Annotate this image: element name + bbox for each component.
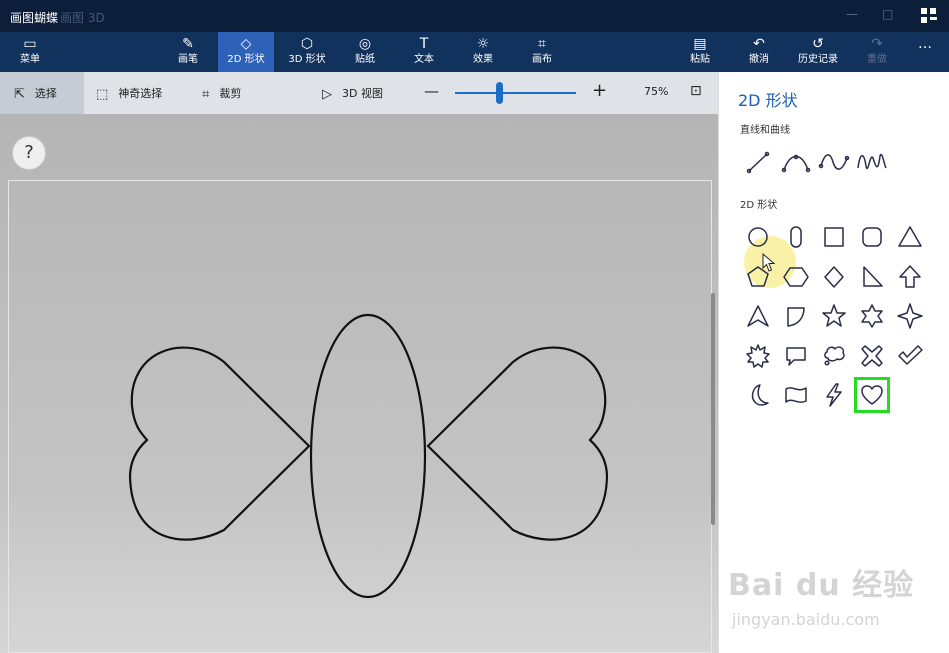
watermark-logo: Bai du 经验: [728, 568, 915, 603]
diamond-icon: [824, 265, 844, 288]
left-heart-wing[interactable]: [128, 346, 311, 541]
star5-shape-button[interactable]: [818, 300, 850, 332]
history-icon: ↺: [812, 36, 824, 52]
rounded-square-shape-button[interactable]: [856, 221, 888, 253]
snap-layout-icon[interactable]: [921, 8, 937, 24]
right-heart-wing[interactable]: [426, 346, 609, 541]
minimize-icon[interactable]: —: [846, 7, 858, 21]
square-shape-button[interactable]: [818, 221, 850, 253]
wave-curve-icon: [818, 154, 850, 170]
double-wave-curve-icon: [857, 153, 887, 170]
redo-button[interactable]: ↷ 重做: [849, 32, 905, 72]
curve-tool[interactable]: [780, 146, 812, 178]
banner-icon: [785, 387, 807, 403]
undo-icon: ↶: [753, 36, 765, 52]
speech-bubble-icon: [786, 346, 806, 366]
hexagon-shape-button[interactable]: [780, 261, 812, 293]
mouse-pointer-icon: [762, 253, 776, 272]
right-triangle-shape-button[interactable]: [856, 261, 888, 293]
line-icon: [746, 151, 770, 174]
lightning-icon: [826, 383, 842, 407]
curve-icon: [781, 154, 811, 173]
butterfly-drawing: [128, 313, 609, 599]
thought-bubble-shape-button[interactable]: [818, 340, 850, 372]
square-icon: [824, 227, 844, 247]
redo-icon: ↷: [871, 36, 883, 52]
arrowhead-shape-button[interactable]: [742, 300, 774, 332]
checkmark-shape-button[interactable]: [894, 340, 926, 372]
maximize-icon[interactable]: □: [882, 7, 893, 21]
lightning-shape-button[interactable]: [818, 379, 850, 411]
moon-shape-button[interactable]: [742, 379, 774, 411]
arrow-up-icon: [899, 264, 921, 288]
checkmark-icon: [898, 344, 923, 365]
rounded-capsule-shape-button[interactable]: [780, 221, 812, 253]
circle-shape-button[interactable]: [742, 221, 774, 253]
star5-icon: [822, 304, 846, 327]
undo-button[interactable]: ↶ 撤消: [731, 32, 787, 72]
speech-bubble-shape-button[interactable]: [780, 340, 812, 372]
quarter-shape-icon: [787, 307, 805, 327]
rounded-capsule-icon: [790, 226, 802, 248]
hexagon-icon: [783, 266, 809, 287]
panel-title: 2D 形状: [738, 91, 798, 110]
double-wave-curve-tool[interactable]: [856, 146, 888, 178]
arrowhead-icon: [747, 305, 769, 327]
triangle-icon: [898, 226, 922, 247]
moon-icon: [751, 384, 769, 406]
thought-bubble-icon: [824, 345, 845, 366]
body-ellipse[interactable]: [309, 313, 427, 599]
heart-shape-button[interactable]: [854, 377, 890, 413]
cross-shape-button[interactable]: [856, 340, 888, 372]
diamond-shape-button[interactable]: [818, 261, 850, 293]
more-icon: …: [918, 36, 932, 52]
banner-shape-button[interactable]: [780, 379, 812, 411]
burst-shape-button[interactable]: [742, 340, 774, 372]
more-button[interactable]: …: [903, 32, 947, 72]
arrow-up-shape-button[interactable]: [894, 261, 926, 293]
cross-icon: [861, 344, 883, 367]
burst-icon: [746, 343, 770, 368]
triangle-shape-button[interactable]: [894, 221, 926, 253]
watermark-url: jingyan.baidu.com: [732, 610, 880, 629]
quarter-shape-shape-button[interactable]: [780, 300, 812, 332]
rounded-square-icon: [862, 227, 882, 247]
right-triangle-icon: [863, 265, 883, 287]
heart-icon: [861, 385, 883, 405]
circle-icon: [748, 227, 768, 247]
lines-section-label: 直线和曲线: [740, 125, 790, 136]
star6-shape-button[interactable]: [856, 300, 888, 332]
line-tool[interactable]: [742, 146, 774, 178]
wave-curve-tool[interactable]: [818, 146, 850, 178]
shapes-section-label: 2D 形状: [740, 200, 778, 211]
history-button[interactable]: ↺ 历史记录: [790, 32, 846, 72]
star4-icon: [897, 303, 923, 329]
star4-shape-button[interactable]: [894, 300, 926, 332]
star6-icon: [861, 304, 883, 328]
